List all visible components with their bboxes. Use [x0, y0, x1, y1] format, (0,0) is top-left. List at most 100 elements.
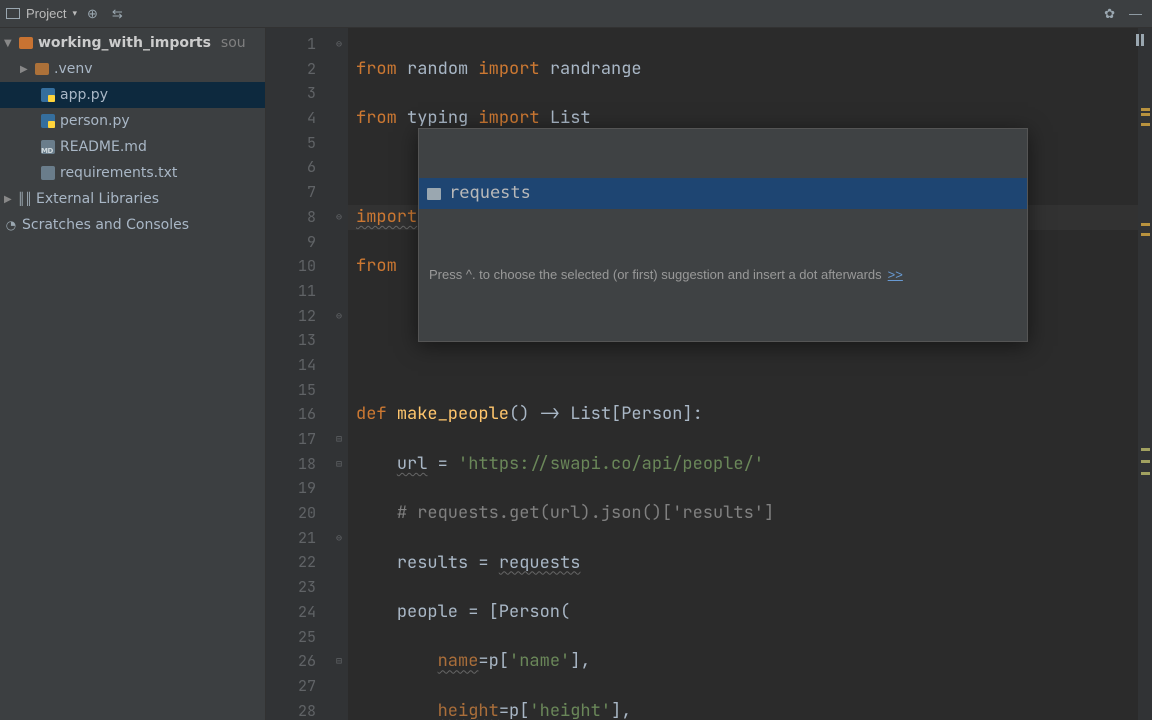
- project-label[interactable]: Project ▾: [6, 6, 77, 21]
- tree-item-app[interactable]: app.py: [0, 82, 265, 108]
- completion-next-tip-icon[interactable]: >>: [888, 263, 903, 288]
- libraries-icon: ║║: [18, 192, 32, 206]
- tree-item-label: External Libraries: [36, 191, 159, 207]
- line-number: 25: [298, 627, 316, 647]
- expand-all-icon[interactable]: ⇆: [108, 4, 124, 24]
- package-icon: [427, 188, 441, 200]
- code-token: random: [407, 58, 468, 80]
- code-token: results =: [397, 552, 499, 574]
- tree-item-label: .venv: [54, 61, 93, 77]
- line-number: 4: [307, 108, 316, 128]
- code-token: =p[: [478, 650, 509, 672]
- warning-marker[interactable]: [1141, 472, 1150, 475]
- warning-marker[interactable]: [1141, 223, 1150, 226]
- code-token: 'height': [529, 700, 611, 720]
- warning-marker[interactable]: [1141, 460, 1150, 463]
- line-number: 10: [298, 256, 316, 276]
- line-number: 1: [307, 34, 316, 54]
- code-token: people = [Person(: [397, 601, 570, 623]
- code-token: () -> List[Person]:: [509, 403, 703, 425]
- settings-icon[interactable]: ✿: [1100, 4, 1119, 24]
- project-icon: [6, 8, 20, 19]
- fold-marker-icon[interactable]: ⊖: [336, 32, 342, 57]
- completion-hint-text: Press ^. to choose the selected (or firs…: [429, 263, 882, 288]
- code-token: make_people: [397, 403, 509, 425]
- warning-marker[interactable]: [1141, 233, 1150, 236]
- python-file-icon: [41, 88, 55, 102]
- expand-arrow-icon[interactable]: ▶: [4, 194, 14, 205]
- completion-popup[interactable]: requests Press ^. to choose the selected…: [418, 128, 1028, 342]
- line-number: 5: [307, 133, 316, 153]
- code-token: List: [550, 107, 591, 129]
- pause-icon[interactable]: [1136, 34, 1148, 46]
- fold-marker-icon[interactable]: ⊖: [336, 526, 342, 551]
- tree-item-label: requirements.txt: [60, 165, 177, 181]
- code-token: url: [397, 453, 428, 475]
- tree-item-label: app.py: [60, 87, 108, 103]
- line-number: 21: [298, 528, 316, 548]
- tree-root-label: working_with_imports: [38, 35, 211, 51]
- tree-external-libraries[interactable]: ▶ ║║ External Libraries: [0, 186, 265, 212]
- fold-marker-icon[interactable]: ⊟: [336, 427, 342, 452]
- line-number: 9: [307, 232, 316, 252]
- expand-arrow-icon[interactable]: ▶: [20, 64, 30, 75]
- scratches-icon: ◔: [4, 218, 18, 232]
- python-file-icon: [41, 114, 55, 128]
- fold-marker-icon[interactable]: ⊟: [336, 649, 342, 674]
- folder-icon: [35, 63, 49, 75]
- expand-arrow-icon[interactable]: ▼: [4, 38, 14, 49]
- folder-icon: [19, 37, 33, 49]
- line-number: 27: [298, 676, 316, 696]
- code-token: from: [356, 107, 397, 129]
- editor-marker-strip[interactable]: [1138, 28, 1152, 720]
- tree-root[interactable]: ▼ working_with_imports sou: [0, 30, 265, 56]
- code-token: import: [478, 58, 539, 80]
- fold-marker-icon[interactable]: ⊖: [336, 304, 342, 329]
- code-token: from: [356, 255, 397, 277]
- code-token: from: [356, 58, 397, 80]
- project-tree[interactable]: ▼ working_with_imports sou ▶ .venv app.p…: [0, 28, 266, 720]
- select-opened-file-icon[interactable]: ⊕: [83, 4, 102, 24]
- fold-marker-icon[interactable]: ⊟: [336, 452, 342, 477]
- code-token: height: [438, 700, 499, 720]
- tree-item-venv[interactable]: ▶ .venv: [0, 56, 265, 82]
- completion-item-label: requests: [449, 181, 531, 206]
- tree-scratches[interactable]: ◔ Scratches and Consoles: [0, 212, 265, 238]
- line-number-gutter[interactable]: 1⊖ 2 3 4 5 6 7 8⊖ 9 10 11 12⊖ 13 14 15 1…: [266, 28, 348, 720]
- code-token: name: [438, 650, 479, 672]
- line-number: 17: [298, 429, 316, 449]
- line-number: 23: [298, 577, 316, 597]
- line-number: 22: [298, 552, 316, 572]
- warning-marker[interactable]: [1141, 448, 1150, 451]
- line-number: 13: [298, 330, 316, 350]
- tree-item-person[interactable]: person.py: [0, 108, 265, 134]
- code-token: # requests.get(url).json()['results']: [397, 502, 774, 524]
- code-token: requests: [499, 552, 581, 574]
- line-number: 8: [307, 207, 316, 227]
- line-number: 19: [298, 478, 316, 498]
- code-token: import: [356, 206, 417, 228]
- chevron-down-icon: ▾: [72, 8, 77, 19]
- tool-window-header: Project ▾ ⊕ ⇆ ✿ —: [0, 0, 1152, 28]
- line-number: 26: [298, 651, 316, 671]
- code-editor[interactable]: 1⊖ 2 3 4 5 6 7 8⊖ 9 10 11 12⊖ 13 14 15 1…: [266, 28, 1152, 720]
- warning-marker[interactable]: [1141, 113, 1150, 116]
- code-token: import: [478, 107, 539, 129]
- tree-root-extra: sou: [221, 35, 246, 51]
- tree-item-requirements[interactable]: requirements.txt: [0, 160, 265, 186]
- warning-marker[interactable]: [1141, 123, 1150, 126]
- line-number: 28: [298, 701, 316, 720]
- fold-marker-icon[interactable]: ⊖: [336, 205, 342, 230]
- tree-item-readme[interactable]: README.md: [0, 134, 265, 160]
- markdown-file-icon: [41, 140, 55, 154]
- line-number: 16: [298, 404, 316, 424]
- hide-icon[interactable]: —: [1125, 4, 1146, 23]
- warning-marker[interactable]: [1141, 108, 1150, 111]
- code-content[interactable]: from random import randrange from typing…: [348, 28, 1138, 720]
- completion-item[interactable]: requests: [419, 178, 1027, 209]
- code-token: 'https://swapi.co/api/people/': [458, 453, 764, 475]
- tree-item-label: person.py: [60, 113, 130, 129]
- code-token: =: [427, 453, 458, 475]
- code-token: 'name': [509, 650, 570, 672]
- line-number: 18: [298, 454, 316, 474]
